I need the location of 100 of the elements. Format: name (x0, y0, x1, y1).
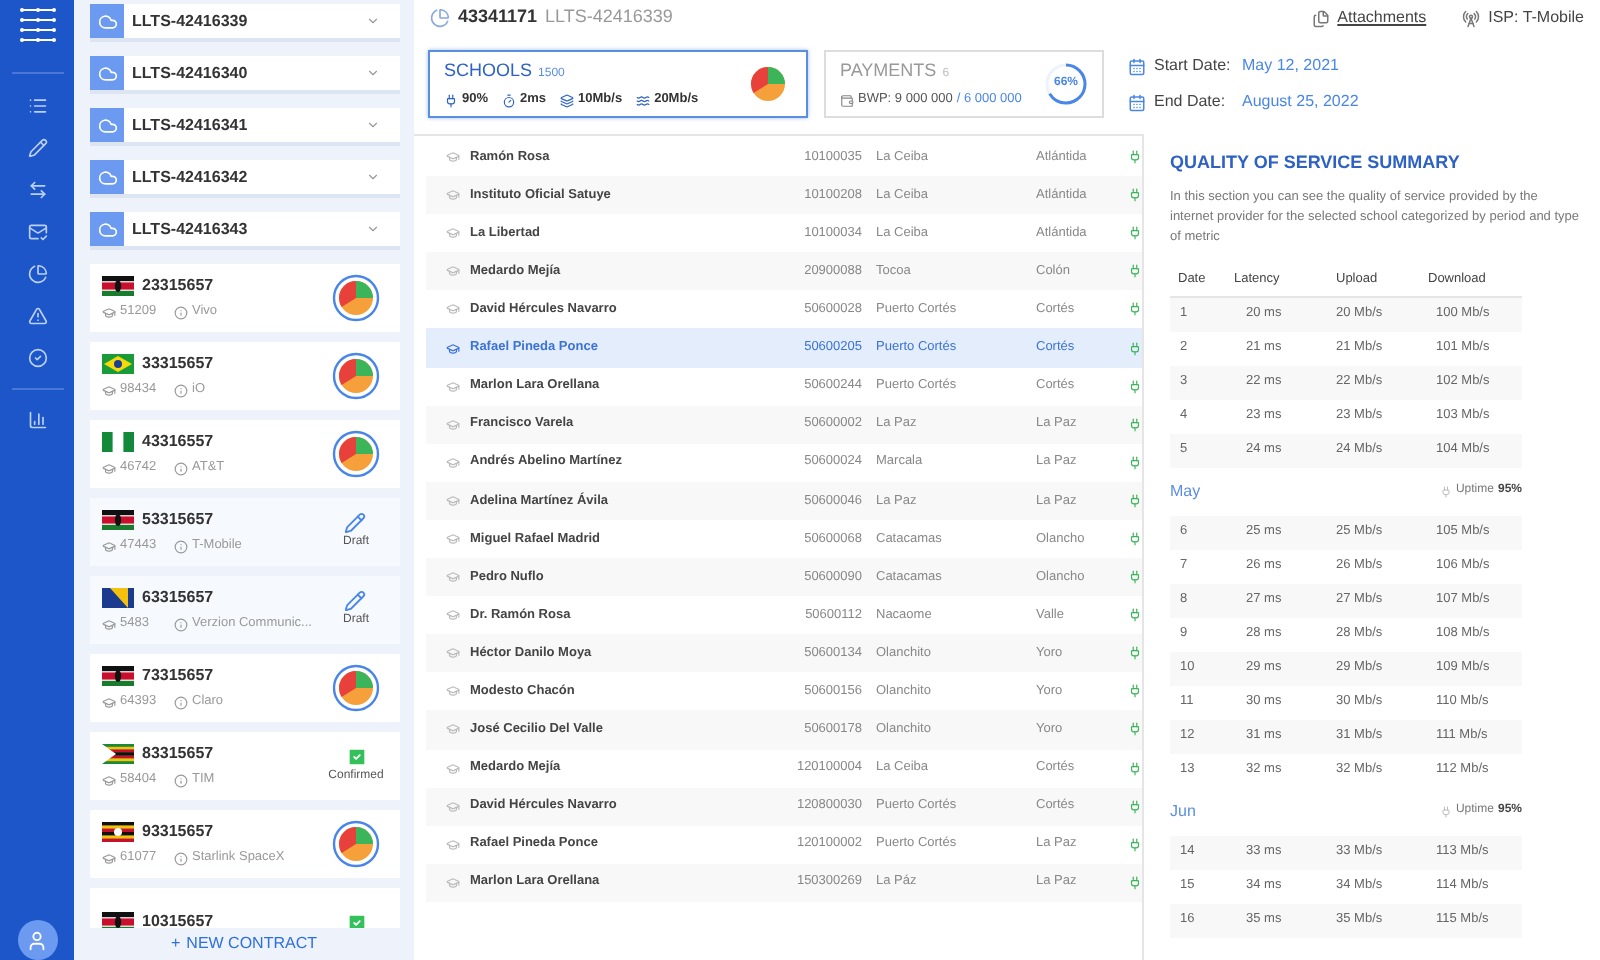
flag-icon (102, 432, 134, 453)
attachments-link[interactable]: Attachments (1337, 6, 1427, 30)
school-cap-icon (446, 150, 460, 165)
contract-id: 83315657 (142, 742, 214, 767)
contract-id: 10315657 (142, 910, 214, 928)
pencil-icon (344, 590, 367, 612)
contract-code: LLTS-42416339 (545, 4, 673, 31)
cloud-icon (97, 63, 117, 83)
info-icon (174, 305, 188, 319)
flag-icon (102, 822, 134, 843)
contract-dropdown[interactable]: LLTS-42416340 (90, 56, 400, 90)
contract-id: 63315657 (142, 586, 214, 611)
new-contract-button[interactable]: + NEW CONTRACT (74, 928, 414, 960)
warning-icon[interactable] (27, 306, 47, 326)
info-icon (174, 695, 188, 709)
flag-icon (102, 744, 134, 765)
school-cap-icon (102, 695, 116, 709)
month-label: Jun (1170, 799, 1196, 823)
contract-id: 23315657 (142, 274, 214, 299)
caret-icon (366, 14, 380, 28)
check-circle-icon[interactable] (27, 348, 47, 368)
plug-icon (1128, 531, 1142, 546)
caret-icon (366, 118, 380, 132)
plug-icon (1128, 302, 1142, 317)
contract-id: 73315657 (142, 664, 214, 689)
flag-icon (102, 912, 134, 928)
plug-icon (1128, 455, 1142, 470)
school-cap-icon (446, 302, 460, 317)
plug-icon (1128, 341, 1142, 356)
school-cap-icon (446, 531, 460, 546)
plug-icon (1128, 379, 1142, 394)
caret-icon (366, 66, 380, 80)
contract-dropdown[interactable]: LLTS-42416341 (90, 108, 400, 142)
school-cap-icon (446, 226, 460, 241)
contract-dropdown[interactable]: LLTS-42416343 (90, 212, 400, 246)
wallet-icon (840, 93, 854, 108)
cloud-icon (97, 115, 117, 135)
contract-card[interactable]: 10315657 (90, 888, 400, 928)
pie-chart-icon (332, 664, 380, 712)
mail-check-icon[interactable] (27, 222, 47, 242)
school-cap-icon (446, 341, 460, 356)
pencil-icon (344, 512, 367, 534)
pie-chart-icon (332, 820, 380, 868)
info-icon (174, 461, 188, 475)
contract-id: 43341171 (458, 4, 538, 31)
plug-icon (1128, 188, 1142, 203)
flag-icon (102, 588, 134, 609)
date-value: May 12, 2021 (1242, 54, 1339, 78)
user-avatar[interactable] (17, 920, 57, 960)
contract-dropdown[interactable]: LLTS-42416342 (90, 160, 400, 194)
arrows-icon[interactable] (27, 180, 47, 200)
check-icon (345, 746, 367, 768)
school-cap-icon (446, 493, 460, 508)
flag-icon (102, 354, 134, 375)
card-title: PAYMENTS (840, 57, 937, 84)
school-cap-icon (446, 379, 460, 394)
school-cap-icon (446, 684, 460, 699)
pencil-icon[interactable] (27, 138, 47, 158)
plug-icon (1128, 684, 1142, 699)
isp-label: ISP: T-Mobile (1488, 6, 1584, 30)
plug-icon (1128, 722, 1142, 737)
progress-ring (1044, 62, 1088, 106)
plug-icon (1128, 150, 1142, 165)
pie-chart-icon[interactable] (27, 264, 47, 284)
contract-dropdown[interactable]: LLTS-42416339 (90, 4, 400, 38)
school-cap-icon (446, 722, 460, 737)
date-label: Start Date: (1154, 54, 1233, 78)
date-label: End Date: (1154, 90, 1228, 114)
plug-icon (1128, 646, 1142, 661)
plug-icon (1439, 805, 1452, 817)
month-label: May (1170, 479, 1201, 503)
contract-id: 93315657 (142, 820, 214, 845)
pie-chart-icon (332, 274, 380, 322)
school-cap-icon (102, 305, 116, 319)
info-icon (174, 773, 188, 787)
chart-icon[interactable] (27, 410, 47, 430)
timer-icon (502, 93, 517, 108)
school-cap-icon (446, 761, 460, 776)
card-title: SCHOOLS (444, 57, 533, 84)
plug-icon (1128, 264, 1142, 279)
cloud-icon (97, 11, 117, 31)
antenna-icon (1462, 9, 1481, 27)
plug-icon (1128, 608, 1142, 623)
plug-icon (1128, 493, 1142, 508)
plug-icon (1439, 485, 1452, 497)
school-cap-icon (446, 646, 460, 661)
layers-icon (560, 93, 575, 108)
info-icon (174, 539, 188, 553)
plug-icon (1128, 761, 1142, 776)
school-cap-icon (446, 837, 460, 852)
school-cap-icon (102, 461, 116, 475)
calendar-icon (1128, 57, 1146, 75)
flag-icon (102, 666, 134, 687)
school-cap-icon (446, 799, 460, 814)
logo-icon (19, 8, 55, 42)
date-value: August 25, 2022 (1242, 90, 1359, 114)
plug-icon (1128, 226, 1142, 241)
caret-icon (366, 170, 380, 184)
pie-chart-icon (332, 430, 380, 478)
school-cap-icon (446, 188, 460, 203)
